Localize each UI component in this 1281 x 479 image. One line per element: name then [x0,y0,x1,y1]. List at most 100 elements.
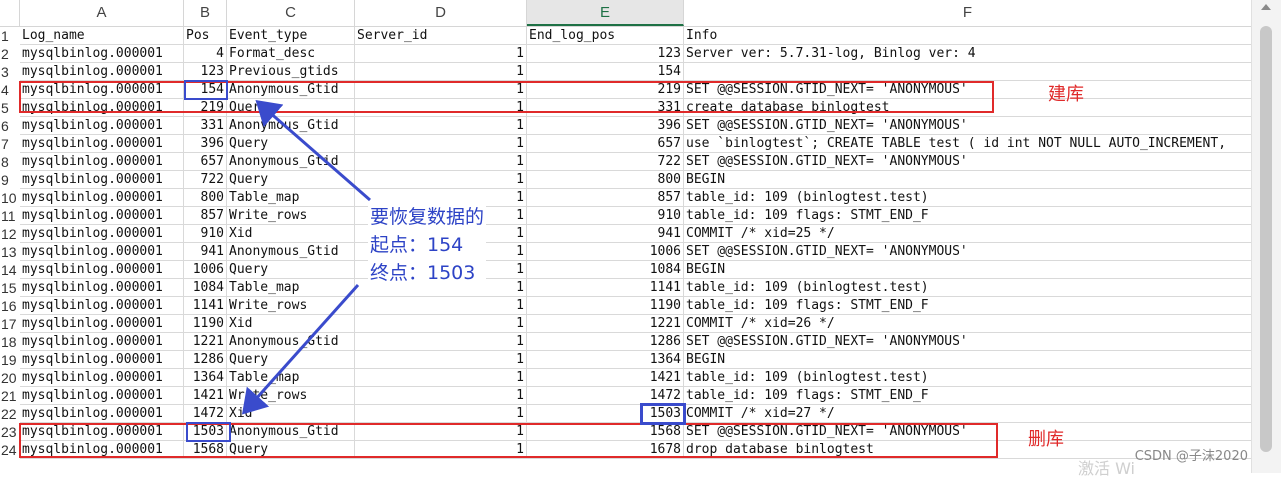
cell[interactable]: Query [227,351,355,368]
cell[interactable]: Query [227,261,355,278]
cell[interactable]: 1006 [527,243,684,260]
cell[interactable]: Anonymous_Gtid [227,243,355,260]
cell[interactable]: Write_rows [227,297,355,314]
cell[interactable]: table_id: 109 (binlogtest.test) [684,279,1252,296]
column-header-c[interactable]: C [227,0,355,26]
cell[interactable]: mysqlbinlog.000001 [20,243,184,260]
cell[interactable]: mysqlbinlog.000001 [20,207,184,224]
row-header[interactable]: 20 [0,369,20,387]
cell[interactable]: 857 [184,207,227,224]
cell[interactable]: 1 [355,387,527,404]
cell[interactable]: 1141 [184,297,227,314]
cell[interactable]: Anonymous_Gtid [227,117,355,134]
cell[interactable]: 657 [184,153,227,170]
cell[interactable]: BEGIN [684,171,1252,188]
cell[interactable]: Pos [184,27,227,44]
row-header[interactable]: 6 [0,117,20,135]
cell[interactable]: Write_rows [227,387,355,404]
select-all-corner[interactable] [0,0,20,26]
cell[interactable]: mysqlbinlog.000001 [20,63,184,80]
cell[interactable]: mysqlbinlog.000001 [20,153,184,170]
cell[interactable]: 154 [527,63,684,80]
vertical-scrollbar[interactable] [1251,0,1281,473]
cell[interactable]: mysqlbinlog.000001 [20,135,184,152]
cell[interactable]: 4 [184,45,227,62]
cell[interactable]: 1 [355,405,527,422]
row-header[interactable]: 5 [0,99,20,117]
cell[interactable]: Table_map [227,369,355,386]
cell[interactable]: 1 [355,333,527,350]
cell[interactable]: End_log_pos [527,27,684,44]
cell[interactable]: COMMIT /* xid=27 */ [684,405,1252,422]
row-header[interactable]: 10 [0,189,20,207]
cell[interactable]: Server_id [355,27,527,44]
cell[interactable]: 1190 [184,315,227,332]
row-header[interactable]: 13 [0,243,20,261]
column-header-a[interactable]: A [20,0,184,26]
row-header[interactable]: 18 [0,333,20,351]
cell[interactable]: SET @@SESSION.GTID_NEXT= 'ANONYMOUS' [684,117,1252,134]
cell[interactable]: mysqlbinlog.000001 [20,117,184,134]
cell[interactable]: mysqlbinlog.000001 [20,189,184,206]
row-header[interactable]: 8 [0,153,20,171]
cell[interactable]: 1364 [527,351,684,368]
cell[interactable]: 1 [355,45,527,62]
cell[interactable]: Query [227,171,355,188]
cell[interactable]: 941 [527,225,684,242]
cell[interactable]: table_id: 109 (binlogtest.test) [684,369,1252,386]
cell[interactable]: 396 [184,135,227,152]
cell[interactable]: use `binlogtest`; CREATE TABLE test ( id… [684,135,1252,152]
cell[interactable]: 1084 [527,261,684,278]
column-header-d[interactable]: D [355,0,527,26]
row-header[interactable]: 2 [0,45,20,63]
cell[interactable]: Server ver: 5.7.31-log, Binlog ver: 4 [684,45,1252,62]
column-header-e[interactable]: E [527,0,684,26]
cell[interactable]: Previous_gtids [227,63,355,80]
cell[interactable]: BEGIN [684,261,1252,278]
row-header[interactable]: 24 [0,441,20,459]
cell[interactable]: 941 [184,243,227,260]
cell[interactable]: 1364 [184,369,227,386]
row-header[interactable]: 3 [0,63,20,81]
cell[interactable]: mysqlbinlog.000001 [20,45,184,62]
cell[interactable]: SET @@SESSION.GTID_NEXT= 'ANONYMOUS' [684,243,1252,260]
row-header[interactable]: 12 [0,225,20,243]
cell[interactable]: 1141 [527,279,684,296]
scroll-up-arrow-icon[interactable] [1261,4,1271,10]
row-header[interactable]: 1 [0,27,20,45]
cell[interactable]: 123 [184,63,227,80]
cell[interactable]: 1221 [184,333,227,350]
column-header-b[interactable]: B [184,0,227,26]
row-header[interactable]: 4 [0,81,20,99]
cell[interactable]: 1 [355,135,527,152]
cell[interactable]: 1190 [527,297,684,314]
row-header[interactable]: 19 [0,351,20,369]
cell[interactable]: 722 [184,171,227,188]
cell[interactable]: mysqlbinlog.000001 [20,261,184,278]
cell[interactable]: table_id: 109 flags: STMT_END_F [684,297,1252,314]
cell[interactable]: table_id: 109 flags: STMT_END_F [684,387,1252,404]
cell[interactable]: COMMIT /* xid=25 */ [684,225,1252,242]
cell[interactable]: 1 [355,171,527,188]
cell[interactable]: Query [227,135,355,152]
cell[interactable]: 1084 [184,279,227,296]
cell[interactable]: mysqlbinlog.000001 [20,171,184,188]
cell[interactable]: 657 [527,135,684,152]
row-header[interactable]: 14 [0,261,20,279]
cell[interactable]: 722 [527,153,684,170]
cell[interactable]: mysqlbinlog.000001 [20,297,184,314]
column-header-f[interactable]: F [684,0,1252,26]
row-header[interactable]: 22 [0,405,20,423]
cell[interactable]: 1 [355,153,527,170]
cell[interactable]: Event_type [227,27,355,44]
cell[interactable]: Anonymous_Gtid [227,153,355,170]
cell[interactable]: SET @@SESSION.GTID_NEXT= 'ANONYMOUS' [684,153,1252,170]
cell[interactable]: mysqlbinlog.000001 [20,351,184,368]
cell[interactable]: 1 [355,297,527,314]
cell[interactable]: SET @@SESSION.GTID_NEXT= 'ANONYMOUS' [684,333,1252,350]
cell[interactable]: 396 [527,117,684,134]
row-header[interactable]: 9 [0,171,20,189]
cell[interactable]: 857 [527,189,684,206]
cell[interactable]: 1286 [527,333,684,350]
cell[interactable]: 1 [355,63,527,80]
